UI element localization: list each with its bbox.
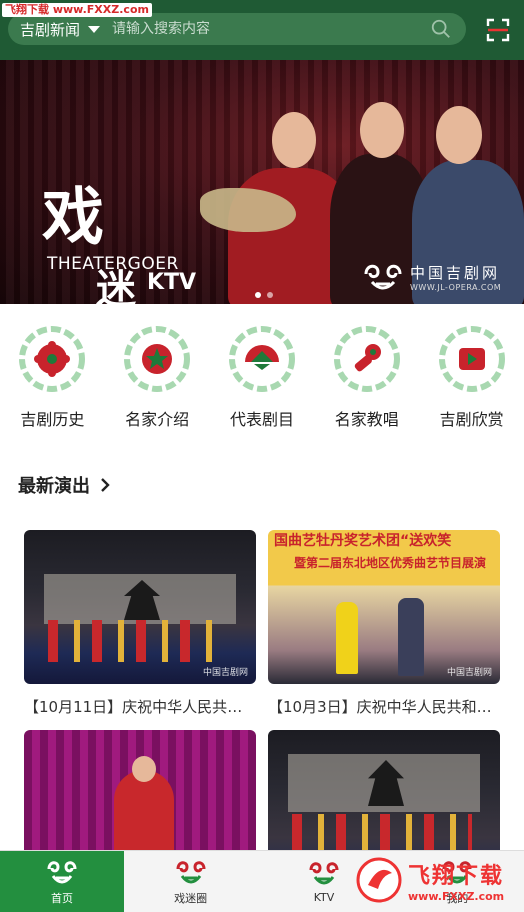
top-header: 吉剧新闻 飞翔下载 www.FXXZ.com <box>0 0 524 60</box>
fan-icon <box>228 326 295 392</box>
host-woman <box>336 602 358 674</box>
performance-card[interactable]: 中国吉剧网 【10月11日】庆祝中华人民共和国成立70周年 <box>24 530 256 717</box>
logo-ktv: KTV <box>147 270 197 295</box>
carousel-dot[interactable] <box>255 292 261 298</box>
region-label: 吉剧新闻 <box>20 20 81 39</box>
category-history[interactable]: 吉剧历史 <box>2 318 102 430</box>
category-label: 名家介绍 <box>125 410 190 429</box>
nav-label: 戏迷圈 <box>174 891 208 905</box>
host-man <box>398 598 424 676</box>
category-label: 吉剧历史 <box>20 410 85 429</box>
search-input[interactable] <box>110 20 430 38</box>
category-label: 名家教唱 <box>334 410 399 429</box>
opera-ktv-icon <box>309 862 339 885</box>
category-grid: 吉剧历史 名家介绍 代表剧目 名家教唱 吉剧欣赏 <box>0 318 524 430</box>
event-banner-line1: 国曲艺牡丹奖艺术团“送欢笑 <box>274 533 452 549</box>
nav-fans-circle[interactable]: 戏迷圈 <box>124 851 257 912</box>
thumbnail-watermark: 中国吉剧网 <box>202 668 248 678</box>
play-icon <box>438 326 505 392</box>
performance-thumbnail: 国曲艺牡丹奖艺术团“送欢笑 暨第二届东北地区优秀曲艺节目展演 中国吉剧网 <box>268 530 500 684</box>
category-label: 吉剧欣赏 <box>439 410 504 429</box>
nav-mine[interactable]: 我的 <box>391 851 524 912</box>
man-head-2 <box>436 106 482 164</box>
performers-row <box>48 620 218 662</box>
category-masters[interactable]: 名家介绍 <box>107 318 207 430</box>
nav-label: 首页 <box>51 891 73 905</box>
section-title: 最新演出 <box>18 476 90 497</box>
search-icon[interactable] <box>430 18 452 40</box>
opera-fans-icon <box>176 860 206 883</box>
nav-home[interactable]: 首页 <box>0 851 124 912</box>
download-site-watermark: 飞翔下载 www.FXXZ.com <box>2 3 152 17</box>
flower-icon <box>19 326 86 392</box>
bottom-navigation: 首页 戏迷圈 KTV 我的 <box>0 850 524 912</box>
logo-mi-character: 迷 <box>96 266 136 305</box>
category-teaching[interactable]: 名家教唱 <box>317 318 417 430</box>
latest-performances-header[interactable]: 最新演出 <box>18 472 110 498</box>
banner-brand-name: 中国吉剧网 <box>410 264 501 282</box>
nav-label: KTV <box>313 891 335 904</box>
category-repertoire[interactable]: 代表剧目 <box>212 318 312 430</box>
category-label: 代表剧目 <box>229 410 294 429</box>
chevron-right-icon <box>101 478 110 492</box>
microphone-icon <box>333 326 400 392</box>
opera-home-icon <box>47 860 77 883</box>
nav-label: 我的 <box>446 891 469 905</box>
performance-card[interactable]: 国曲艺牡丹奖艺术团“送欢笑 暨第二届东北地区优秀曲艺节目展演 中国吉剧网 【10… <box>268 530 500 717</box>
performance-thumbnail: 中国吉剧网 <box>24 530 256 684</box>
category-appreciation[interactable]: 吉剧欣赏 <box>422 318 522 430</box>
search-bar: 吉剧新闻 <box>8 13 466 45</box>
banner-brand-url: WWW.JL-OPERA.COM <box>410 283 502 292</box>
opera-mine-icon <box>442 860 472 883</box>
scan-icon[interactable] <box>486 18 510 42</box>
banner-carousel[interactable]: 戏 THEATERGOER 迷 KTV 中国吉剧网 WWW.JL-OPERA.C… <box>0 60 524 304</box>
banner-brand: 中国吉剧网 WWW.JL-OPERA.COM <box>362 260 501 294</box>
performance-title: 【10月11日】庆祝中华人民共和国成立70周年 <box>24 698 256 716</box>
star-icon <box>124 326 191 392</box>
carousel-dots <box>255 292 273 298</box>
performance-title: 【10月3日】庆祝中华人民共和国成立70周年 <box>268 698 500 716</box>
thumbnail-watermark: 中国吉剧网 <box>446 668 492 678</box>
nav-ktv[interactable]: KTV <box>257 851 390 912</box>
carousel-dot[interactable] <box>267 292 273 298</box>
man-head <box>360 102 404 158</box>
performer-head <box>132 756 156 782</box>
event-banner-line2: 暨第二届东北地区优秀曲艺节目展演 <box>294 556 487 570</box>
region-dropdown[interactable]: 吉剧新闻 <box>8 19 110 40</box>
caret-down-icon <box>88 25 101 33</box>
opera-emblem-icon <box>364 264 402 290</box>
performer-head <box>272 112 316 168</box>
performers-row <box>292 814 472 854</box>
logo-xi-character: 戏 <box>42 180 105 253</box>
